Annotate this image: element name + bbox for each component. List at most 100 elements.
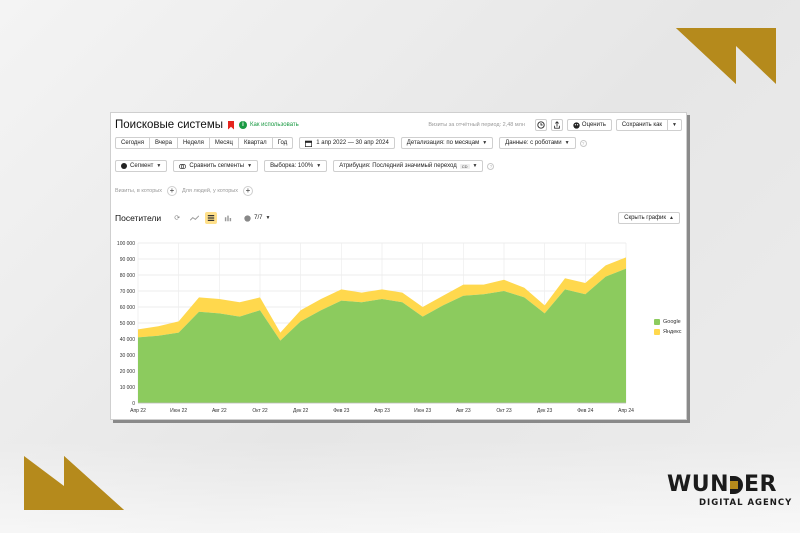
y-tick-label: 100 000 <box>117 241 135 247</box>
chevron-down-icon: ▼ <box>482 140 488 146</box>
chevron-decor-bottom <box>24 456 124 510</box>
add-user-filter-icon[interactable]: + <box>243 186 254 196</box>
y-tick-label: 50 000 <box>120 321 136 327</box>
add-visit-filter-icon[interactable]: + <box>167 186 177 196</box>
period-yesterday[interactable]: Вчера <box>149 137 178 149</box>
chevron-down-icon: ▼ <box>265 215 271 221</box>
x-tick-label: Окт 23 <box>496 408 512 414</box>
legend-swatch <box>654 319 660 325</box>
data-point-google <box>401 301 403 303</box>
save-as-dropdown[interactable]: ▼ <box>668 119 682 131</box>
hide-chart-label: Скрыть график <box>624 215 667 221</box>
x-tick-label: Апр 23 <box>374 408 390 414</box>
series-count: 7/7 <box>254 215 263 221</box>
help-icon: i <box>239 121 247 129</box>
data-point-yandex <box>625 256 627 258</box>
y-tick-label: 10 000 <box>120 385 136 391</box>
attribution-dropdown[interactable]: Атрибуция: Последний значимый переход CD… <box>333 160 484 172</box>
chevron-down-icon: ▼ <box>316 163 322 169</box>
data-point-yandex <box>259 296 261 298</box>
save-as-button[interactable]: Сохранить как <box>615 119 669 131</box>
chart-toolbar: Посетители ⟳ 7/7 ▼ Скрыть график ▲ <box>111 211 686 225</box>
x-tick-label: Июн 23 <box>414 408 431 414</box>
y-tick-label: 90 000 <box>120 257 136 263</box>
filter-row: Визиты, в которых + Для людей, у которых… <box>111 184 686 198</box>
x-tick-label: Дек 22 <box>293 408 309 414</box>
data-point-yandex <box>238 301 240 303</box>
pie-icon <box>121 163 127 169</box>
help-circle-icon[interactable]: ? <box>487 162 495 170</box>
period-today[interactable]: Сегодня <box>115 137 150 149</box>
data-point-yandex <box>503 279 505 281</box>
brand-d-glyph <box>730 476 744 494</box>
sample-dropdown[interactable]: Выборка: 100% ▼ <box>264 160 328 172</box>
x-tick-label: Авг 23 <box>456 408 471 414</box>
data-point-yandex <box>177 320 179 322</box>
period-selector: Сегодня Вчера Неделя Месяц Квартал Год <box>115 137 294 149</box>
data-point-yandex <box>279 331 281 333</box>
period-month[interactable]: Месяц <box>208 137 239 149</box>
chevron-down-icon: ▼ <box>672 122 677 128</box>
bookmark-icon[interactable] <box>228 120 234 130</box>
compare-segments-dropdown[interactable]: Сравнить сегменты ▼ <box>173 160 259 172</box>
report-header: Поисковые системы i Как использовать Виз… <box>111 116 686 134</box>
data-point-google <box>421 315 423 317</box>
x-tick-label: Фев 24 <box>577 408 593 414</box>
segment-toolbar: Сегмент ▼ Сравнить сегменты ▼ Выборка: 1… <box>111 159 686 173</box>
rate-label: Оценить <box>581 122 606 128</box>
x-tick-label: Окт 22 <box>252 408 268 414</box>
detail-dropdown[interactable]: Детализация: по месяцам ▼ <box>400 137 494 149</box>
bar-chart-icon[interactable] <box>222 212 234 224</box>
line-chart-icon[interactable] <box>188 212 200 224</box>
period-week[interactable]: Неделя <box>176 137 210 149</box>
data-point-google <box>625 267 627 269</box>
visits-filter-label: Визиты, в которых <box>115 188 162 194</box>
y-tick-label: 60 000 <box>120 305 136 311</box>
data-point-google <box>177 331 179 333</box>
help-link[interactable]: Как использовать <box>250 122 299 128</box>
x-tick-label: Апр 24 <box>618 408 634 414</box>
brand-subtitle: DIGITAL AGENCY <box>699 498 793 508</box>
page-title: Поисковые системы <box>115 119 223 131</box>
series-select[interactable]: 7/7 ▼ <box>239 212 276 224</box>
period-year[interactable]: Год <box>271 137 294 149</box>
legend-item-yandex[interactable]: Яндекс <box>654 329 682 335</box>
rate-button[interactable]: Оценить <box>566 119 612 131</box>
data-point-google <box>442 304 444 306</box>
y-tick-label: 80 000 <box>120 273 136 279</box>
data-point-google <box>299 320 301 322</box>
share-icon[interactable] <box>550 119 563 131</box>
refresh-icon[interactable]: ⟳ <box>171 212 183 224</box>
data-point-google <box>462 295 464 297</box>
legend-item-google[interactable]: Google <box>654 319 682 325</box>
compare-icon <box>179 163 187 169</box>
data-point-google <box>157 335 159 337</box>
stacked-area-icon[interactable] <box>205 212 218 224</box>
y-tick-label: 70 000 <box>120 289 136 295</box>
help-circle-icon[interactable]: ? <box>579 139 587 147</box>
segment-dropdown[interactable]: Сегмент ▼ <box>115 160 168 172</box>
period-quarter[interactable]: Квартал <box>237 137 273 149</box>
data-point-google <box>238 315 240 317</box>
metrica-report-panel: Поисковые системы i Как использовать Виз… <box>110 112 687 420</box>
chart-legend: Google Яндекс <box>654 319 682 339</box>
chevron-down-icon: ▼ <box>156 163 162 169</box>
sample-label: Выборка: 100% <box>270 163 314 169</box>
y-tick-label: 20 000 <box>120 369 136 375</box>
clock-icon[interactable] <box>534 119 547 131</box>
date-range-picker[interactable]: 1 апр 2022 — 30 апр 2024 <box>299 137 395 149</box>
y-tick-label: 40 000 <box>120 337 136 343</box>
data-point-yandex <box>299 309 301 311</box>
data-dropdown[interactable]: Данные: с роботами ▼ <box>499 137 576 149</box>
data-point-yandex <box>218 298 220 300</box>
data-point-yandex <box>421 306 423 308</box>
metric-title: Посетители <box>115 213 162 223</box>
legend-label: Google <box>663 319 681 325</box>
date-range-label: 1 апр 2022 — 30 апр 2024 <box>316 140 389 146</box>
data-point-google <box>218 312 220 314</box>
data-point-yandex <box>604 264 606 266</box>
hide-chart-button[interactable]: Скрыть график ▲ <box>618 212 680 224</box>
data-point-google <box>381 298 383 300</box>
data-point-yandex <box>360 291 362 293</box>
x-tick-label: Дек 23 <box>537 408 553 414</box>
